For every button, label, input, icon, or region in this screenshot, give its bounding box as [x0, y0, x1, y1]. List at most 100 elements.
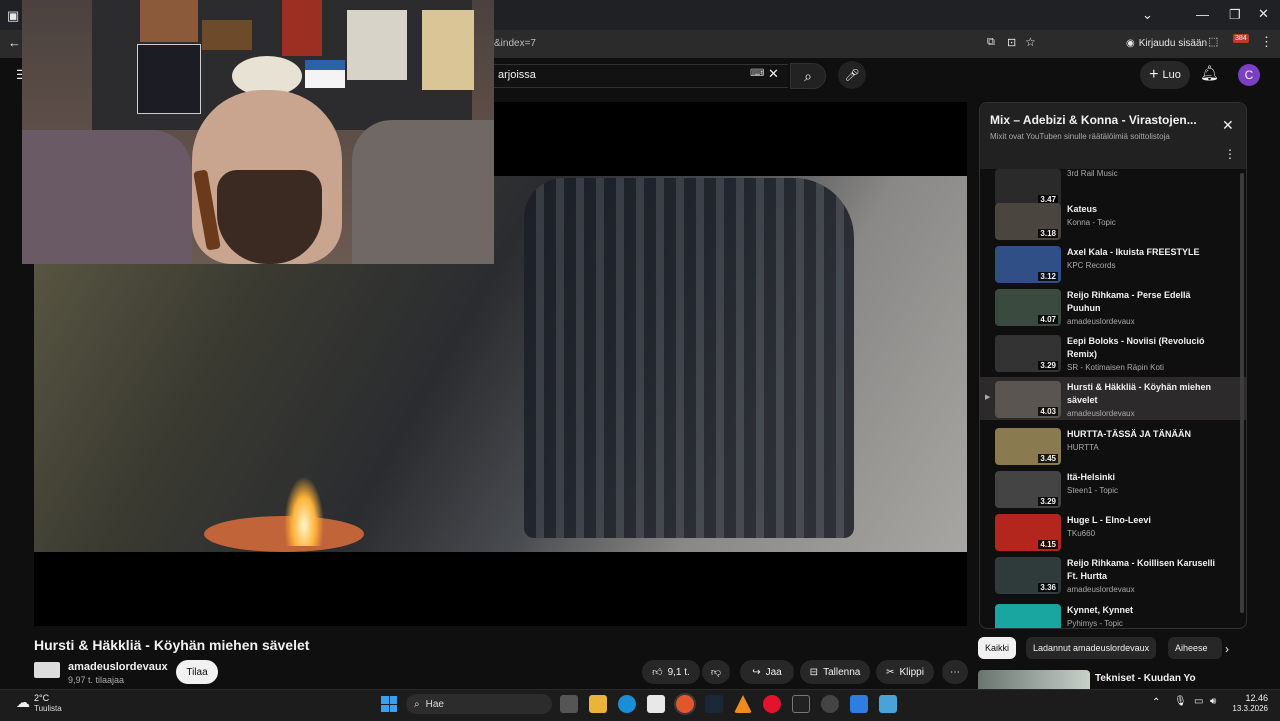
- taskbar-search-placeholder: Hae: [425, 698, 444, 710]
- create-button[interactable]: + Luo: [1140, 61, 1190, 89]
- playlist-item[interactable]: 3.29 Itä-Helsinki Steen1 - Topic: [980, 467, 1246, 510]
- playlist-scrollbar[interactable]: [1240, 173, 1244, 613]
- share-icon: ↪: [752, 666, 761, 678]
- like-button[interactable]: 👍︎ 9,1 t.: [642, 660, 700, 684]
- playlist-item-channel: HURTTA: [1067, 443, 1099, 452]
- playlist-item[interactable]: 4.07 Kynnet, Kynnet Pyhimys - Topic: [980, 600, 1246, 628]
- keyboard-icon[interactable]: ⌨: [750, 68, 764, 79]
- screen-app-icon[interactable]: [879, 695, 897, 713]
- chatgpt-icon[interactable]: [821, 695, 839, 713]
- playlist-item-duration: 4.07: [1038, 315, 1058, 324]
- chip-related[interactable]: Aiheese: [1168, 637, 1222, 659]
- webcam-couch: [22, 130, 192, 264]
- search-input[interactable]: [494, 64, 788, 88]
- share-button[interactable]: ↪ Jaa: [740, 660, 794, 684]
- weather-temperature[interactable]: 2°C: [34, 693, 49, 703]
- playlist-item[interactable]: 4.07 Reijo Rihkama - Perse Edellä Puuhun a…: [980, 285, 1246, 328]
- opera-icon[interactable]: [763, 695, 781, 713]
- screenshot-icon[interactable]: ⧉: [987, 36, 995, 49]
- tray-mic-icon[interactable]: 🎙︎: [1174, 696, 1187, 707]
- user-avatar[interactable]: C: [1238, 64, 1260, 86]
- playlist-item-thumbnail[interactable]: 3.36: [995, 557, 1061, 594]
- playlist-item-title[interactable]: Huge L - Elno-Leevi: [1067, 514, 1217, 527]
- playlist-item-title[interactable]: Reijo Rihkama - Koillisen Karuselli Ft. …: [1067, 557, 1217, 583]
- clip-button[interactable]: ✂ Klippi: [876, 660, 934, 684]
- task-view-icon[interactable]: [560, 695, 578, 713]
- steam-icon[interactable]: [705, 695, 723, 713]
- playlist-title[interactable]: Mix – Adebizi & Konna - Virastojen...: [990, 113, 1210, 127]
- playlist-item[interactable]: 3.18 Kateus Konna - Topic: [980, 199, 1246, 242]
- clock-date[interactable]: 13.3.2026: [1230, 704, 1268, 713]
- playlist-item-thumbnail[interactable]: 3.29: [995, 335, 1061, 372]
- notifications-bell-icon[interactable]: 🔔︎: [1200, 64, 1219, 82]
- chip-all[interactable]: Kaikki: [978, 637, 1017, 659]
- tray-chevron-icon[interactable]: ⌃: [1152, 697, 1160, 708]
- subscribe-button[interactable]: Tilaa: [176, 660, 218, 684]
- more-dots-icon: ⋯: [950, 666, 960, 678]
- playlist-item-title[interactable]: Reijo Rihkama - Perse Edellä Puuhun: [1067, 289, 1217, 315]
- channel-avatar[interactable]: [34, 662, 60, 678]
- clear-search-icon[interactable]: ✕: [768, 66, 779, 82]
- playlist-item-thumbnail[interactable]: 4.03: [995, 381, 1061, 418]
- playlist-item-thumbnail[interactable]: 4.07: [995, 289, 1061, 326]
- weather-icon[interactable]: ☁: [16, 694, 30, 711]
- playlist-item[interactable]: 4.15 Huge L - Elno-Leevi TKu660: [980, 510, 1246, 553]
- dislike-button[interactable]: 👎︎: [702, 660, 730, 684]
- terminal-icon[interactable]: [792, 695, 810, 713]
- playlist-item-thumbnail[interactable]: 3.12: [995, 246, 1061, 283]
- taskbar-search[interactable]: ⌕ Hae: [406, 694, 552, 714]
- drawing-app-icon[interactable]: [850, 695, 868, 713]
- maximize-icon[interactable]: ❐: [1229, 7, 1241, 23]
- playlist-item-thumbnail[interactable]: 3.45: [995, 428, 1061, 465]
- network-icon[interactable]: ▭: [1194, 696, 1203, 707]
- browser-menu-icon[interactable]: ⋮: [1260, 34, 1273, 50]
- playlist-item-thumbnail[interactable]: 4.15: [995, 514, 1061, 551]
- voice-search-button[interactable]: 🎤︎: [838, 61, 866, 89]
- close-window-icon[interactable]: ✕: [1258, 6, 1269, 22]
- weather-description[interactable]: Tuulista: [34, 704, 62, 713]
- playlist-item[interactable]: 3.36 Reijo Rihkama - Koillisen Karuselli …: [980, 553, 1246, 596]
- playlist-item-title[interactable]: Kateus: [1067, 203, 1217, 216]
- playlist-item-title[interactable]: Axel Kala - Ikuista FREESTYLE: [1067, 246, 1217, 259]
- back-icon[interactable]: ←: [8, 35, 21, 50]
- edge-browser-icon[interactable]: [618, 695, 636, 713]
- playlist-item-thumbnail[interactable]: 3.29: [995, 471, 1061, 508]
- chip-uploaded-by[interactable]: Ladannut amadeuslordevaux: [1026, 637, 1157, 659]
- signin-button[interactable]: ◉ Kirjaudu sisään: [1126, 35, 1207, 51]
- playlist-item-title[interactable]: Kynnet, Kynnet: [1067, 604, 1217, 617]
- clock-time[interactable]: 12.46: [1236, 693, 1268, 703]
- app-install-icon[interactable]: ⊡: [1007, 36, 1016, 49]
- start-button[interactable]: [381, 696, 397, 712]
- tab-actions-icon[interactable]: ▣: [7, 8, 19, 24]
- playlist-item[interactable]: ▶ 4.03 Hursti & Häkkliä - Köyhän miehen sä…: [980, 377, 1246, 420]
- favorite-star-icon[interactable]: ☆: [1025, 35, 1036, 49]
- minimize-icon[interactable]: —: [1196, 7, 1209, 22]
- playlist-item-title[interactable]: Eepi Boloks - Noviisi (Revolució Remix): [1067, 335, 1217, 361]
- chips-next-icon[interactable]: ›: [1225, 642, 1229, 656]
- search-button[interactable]: ⌕: [790, 63, 826, 89]
- share-label: Jaa: [765, 666, 782, 678]
- channel-name[interactable]: amadeuslordevaux: [68, 661, 168, 673]
- playlist-item[interactable]: 3.45 HURTTA-TÄSSÄ JA TÄNÄÄN HURTTA: [980, 424, 1246, 467]
- url-text[interactable]: &index=7: [494, 38, 536, 49]
- playlist-item-thumbnail[interactable]: 4.07: [995, 604, 1061, 628]
- extension-badge[interactable]: 384: [1233, 34, 1249, 43]
- playlist-item-title[interactable]: Hursti & Häkkliä - Köyhän miehen sävelet: [1067, 381, 1217, 407]
- playlist-item-title[interactable]: HURTTA-TÄSSÄ JA TÄNÄÄN: [1067, 428, 1217, 441]
- recommendation-title[interactable]: Tekniset - Kuudan Yo: [1095, 673, 1196, 684]
- volume-icon[interactable]: 🔊︎: [1210, 696, 1216, 707]
- store-icon[interactable]: [647, 695, 665, 713]
- extensions-icon[interactable]: ⬚: [1208, 35, 1218, 48]
- playlist-item[interactable]: 3.29 Eepi Boloks - Noviisi (Revolució Rem…: [980, 331, 1246, 374]
- firefox-icon[interactable]: [676, 695, 694, 713]
- save-button[interactable]: ⊟ Tallenna: [800, 660, 870, 684]
- playlist-item[interactable]: 3.12 Axel Kala - Ikuista FREESTYLE KPC Rec…: [980, 242, 1246, 285]
- more-actions-button[interactable]: ⋯: [942, 660, 968, 684]
- playlist-item-thumbnail[interactable]: 3.18: [995, 203, 1061, 240]
- playlist-item-title[interactable]: Itä-Helsinki: [1067, 471, 1217, 484]
- recommendation-thumbnail[interactable]: [978, 670, 1090, 690]
- playlist-menu-icon[interactable]: ⋮: [1224, 147, 1236, 161]
- close-playlist-icon[interactable]: ✕: [1222, 117, 1234, 134]
- tab-list-chevron-icon[interactable]: ⌄: [1142, 7, 1153, 23]
- file-explorer-icon[interactable]: [589, 695, 607, 713]
